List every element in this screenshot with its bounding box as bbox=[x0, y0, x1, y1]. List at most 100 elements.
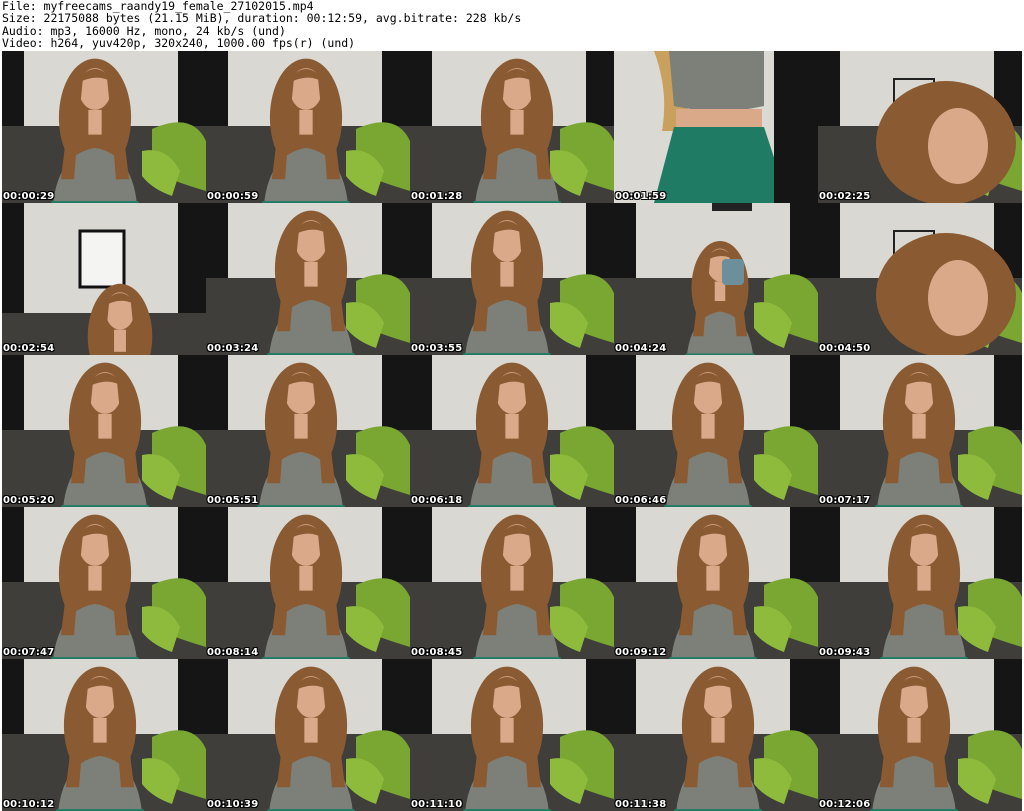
neck-shape bbox=[714, 281, 726, 301]
neck-shape bbox=[88, 109, 102, 135]
thumbnail-image bbox=[206, 51, 410, 203]
curtain-right bbox=[774, 51, 818, 203]
thumbnail-timestamp: 00:06:18 bbox=[411, 495, 463, 506]
neck-shape bbox=[294, 413, 308, 439]
neck-shape bbox=[701, 413, 715, 439]
file-size-line: Size: 22175088 bytes (21.15 MiB), durati… bbox=[2, 11, 522, 26]
video-thumbnail: 00:02:25 bbox=[818, 51, 1022, 203]
thumbnail-image bbox=[2, 659, 206, 811]
thumbnail-timestamp: 00:08:45 bbox=[411, 647, 463, 658]
neck-shape bbox=[917, 565, 931, 591]
thumbnail-timestamp: 00:01:28 bbox=[411, 191, 463, 202]
thumbnail-timestamp: 00:03:24 bbox=[207, 343, 259, 354]
thumbnail-image bbox=[410, 51, 614, 203]
thumbnail-image bbox=[410, 355, 614, 507]
video-thumbnail: 00:08:14 bbox=[206, 507, 410, 659]
neck-shape bbox=[711, 717, 725, 743]
thumbnail-timestamp: 00:08:14 bbox=[207, 647, 259, 658]
thumbnail-image bbox=[614, 659, 818, 811]
video-thumbnail: 00:06:46 bbox=[614, 355, 818, 507]
neck-shape bbox=[907, 717, 921, 743]
neck-shape bbox=[510, 565, 524, 591]
file-info-header: File: myfreecams_raandy19_female_2710201… bbox=[2, 0, 1022, 50]
thumbnail-timestamp: 00:10:39 bbox=[207, 799, 259, 810]
neck-shape bbox=[304, 261, 318, 287]
thumbnail-timestamp: 00:04:24 bbox=[615, 343, 667, 354]
video-thumbnail: 00:09:12 bbox=[614, 507, 818, 659]
thumbnail-image bbox=[614, 51, 818, 203]
video-thumbnail: 00:07:17 bbox=[818, 355, 1022, 507]
thumbnail-timestamp: 00:09:43 bbox=[819, 647, 871, 658]
thumbnail-image bbox=[818, 51, 1022, 203]
video-thumbnail: 00:01:59 bbox=[614, 51, 818, 203]
thumbnail-timestamp: 00:10:12 bbox=[3, 799, 55, 810]
thumbnail-image bbox=[410, 203, 614, 355]
neck-shape bbox=[510, 109, 524, 135]
thumbnail-image bbox=[614, 507, 818, 659]
thumbnail-timestamp: 00:00:29 bbox=[3, 191, 55, 202]
video-thumbnail: 00:05:51 bbox=[206, 355, 410, 507]
thumbnail-image bbox=[206, 203, 410, 355]
thumbnail-image bbox=[2, 203, 206, 355]
thumbnail-image bbox=[614, 203, 818, 355]
thumbnail-timestamp: 00:02:54 bbox=[3, 343, 55, 354]
thumbnail-timestamp: 00:07:17 bbox=[819, 495, 871, 506]
thumbnail-timestamp: 00:00:59 bbox=[207, 191, 259, 202]
top-shape bbox=[669, 51, 764, 111]
video-thumbnail: 00:12:06 bbox=[818, 659, 1022, 811]
thumbnail-image bbox=[206, 507, 410, 659]
neck-shape bbox=[500, 261, 514, 287]
video-thumbnail: 00:03:55 bbox=[410, 203, 614, 355]
thumbnail-image bbox=[818, 507, 1022, 659]
face-shape bbox=[928, 108, 988, 184]
thumbnail-image bbox=[2, 507, 206, 659]
thumbnail-timestamp: 00:11:10 bbox=[411, 799, 463, 810]
neck-shape bbox=[299, 565, 313, 591]
thumbnail-grid: 00:00:29 00:00:59 00:01:28 00:01:59 00:02:25… bbox=[2, 51, 1022, 811]
video-thumbnail: 00:00:59 bbox=[206, 51, 410, 203]
video-thumbnail: 00:08:45 bbox=[410, 507, 614, 659]
video-thumbnail: 00:04:24 bbox=[614, 203, 818, 355]
video-thumbnail: 00:06:18 bbox=[410, 355, 614, 507]
video-thumbnail: 00:11:10 bbox=[410, 659, 614, 811]
thumbnail-image bbox=[818, 659, 1022, 811]
video-thumbnail: 00:01:28 bbox=[410, 51, 614, 203]
neck-shape bbox=[500, 717, 514, 743]
thumbnail-timestamp: 00:05:20 bbox=[3, 495, 55, 506]
thumbnail-timestamp: 00:11:38 bbox=[615, 799, 667, 810]
wall-frame bbox=[78, 229, 126, 289]
wall-frame bbox=[712, 203, 752, 211]
video-thumbnail: 00:11:38 bbox=[614, 659, 818, 811]
neck-shape bbox=[93, 717, 107, 743]
face-shape bbox=[928, 260, 988, 336]
thumbnail-image bbox=[2, 51, 206, 203]
mug-shape bbox=[722, 259, 744, 285]
thumbnail-timestamp: 00:09:12 bbox=[615, 647, 667, 658]
thumbnail-image bbox=[206, 355, 410, 507]
neck-shape bbox=[912, 413, 926, 439]
video-thumbnail: 00:04:50 bbox=[818, 203, 1022, 355]
thumbnail-image bbox=[2, 355, 206, 507]
video-info-line: Video: h264, yuv420p, 320x240, 1000.00 f… bbox=[2, 36, 356, 51]
thumbnail-image bbox=[614, 355, 818, 507]
thumbnail-timestamp: 00:03:55 bbox=[411, 343, 463, 354]
neck-shape bbox=[98, 413, 112, 439]
thumbnail-timestamp: 00:01:59 bbox=[615, 191, 667, 202]
neck-shape bbox=[114, 329, 126, 352]
video-thumbnail: 00:05:20 bbox=[2, 355, 206, 507]
neck-shape bbox=[304, 717, 318, 743]
neck-shape bbox=[706, 565, 720, 591]
thumbnail-image bbox=[206, 659, 410, 811]
thumbnail-image bbox=[410, 507, 614, 659]
video-thumbnail: 00:07:47 bbox=[2, 507, 206, 659]
neck-shape bbox=[299, 109, 313, 135]
thumbnail-timestamp: 00:12:06 bbox=[819, 799, 871, 810]
thumbnail-timestamp: 00:05:51 bbox=[207, 495, 259, 506]
thumbnail-timestamp: 00:06:46 bbox=[615, 495, 667, 506]
neck-shape bbox=[505, 413, 519, 439]
video-thumbnail: 00:03:24 bbox=[206, 203, 410, 355]
thumbnail-timestamp: 00:07:47 bbox=[3, 647, 55, 658]
video-thumbnail: 00:00:29 bbox=[2, 51, 206, 203]
thumbnail-timestamp: 00:02:25 bbox=[819, 191, 871, 202]
thumbnail-timestamp: 00:04:50 bbox=[819, 343, 871, 354]
